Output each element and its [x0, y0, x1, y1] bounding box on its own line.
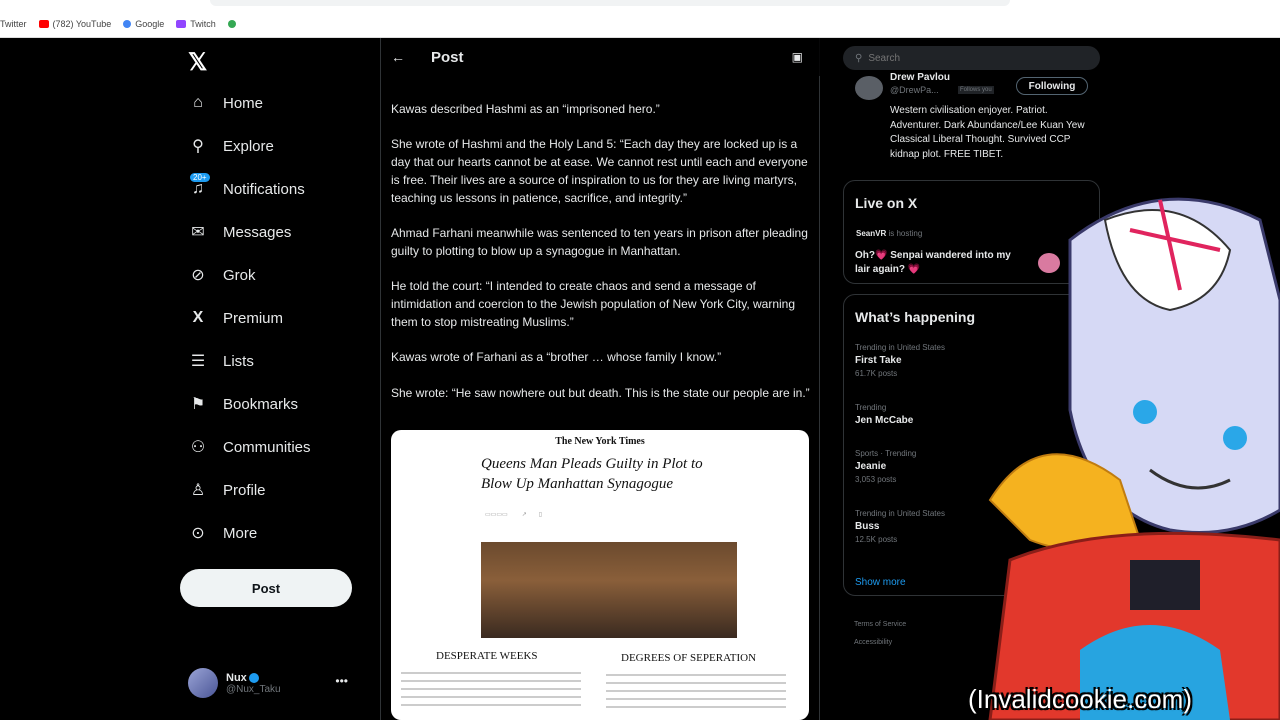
- sidebar-item-more[interactable]: ⊙ More: [188, 518, 257, 548]
- account-handle: @Nux_Taku: [226, 683, 281, 695]
- sidebar-item-grok[interactable]: ⊘ Grok: [188, 260, 255, 290]
- sidebar-item-lists[interactable]: ☰ Lists: [188, 346, 254, 376]
- post-paragraph: Kawas wrote of Farhani as a “brother … w…: [391, 350, 722, 364]
- article-headline: Queens Man Pleads Guilty in Plot to Blow…: [481, 456, 703, 492]
- terms-link[interactable]: Terms of Service: [854, 616, 906, 634]
- notification-badge: 20+: [190, 173, 210, 182]
- share-icons: ▭▭▭▭ ↗ ▯: [485, 510, 575, 518]
- right-sidebar: ⚲ Drew Pavlou @DrewPa... Follows you Fol…: [843, 38, 1100, 720]
- gift-icon: ▭▭▭▭: [485, 511, 508, 518]
- user-bio: Western civilisation enjoyer. Patriot. A…: [890, 105, 1085, 160]
- post-paragraph: Kawas described Hashmi as an “imprisoned…: [391, 102, 660, 116]
- sidebar-item-communities[interactable]: ⚇ Communities: [188, 432, 311, 462]
- account-name: Nux: [226, 672, 281, 684]
- share-icon: ↗: [521, 511, 527, 518]
- article-photo: [481, 542, 737, 638]
- more-circle-icon: ⊙: [191, 525, 205, 542]
- section-title: What’s happening: [855, 309, 976, 325]
- sidebar-item-premium[interactable]: X Premium: [188, 303, 283, 333]
- user-card: Drew Pavlou @DrewPa... Follows you Follo…: [843, 72, 1100, 166]
- following-button[interactable]: Following: [1016, 77, 1088, 95]
- user-name[interactable]: Drew Pavlou: [890, 72, 950, 83]
- search-input[interactable]: [868, 52, 1069, 64]
- bookmark-google[interactable]: Google: [123, 19, 164, 29]
- main-column: ← Post ▣ Kawas described Hashmi as an “i…: [380, 38, 821, 720]
- person-icon: ♙: [190, 482, 206, 499]
- live-stream-title[interactable]: Oh?💗 Senpai wandered into my lair again?…: [855, 249, 1015, 277]
- post-header: ← Post ▣: [381, 38, 821, 76]
- bookmark-icon: ▯: [538, 511, 543, 518]
- bookmark-twitch[interactable]: Twitch: [176, 19, 216, 29]
- trend-item[interactable]: Trending in United States Buss 12.5K pos…: [855, 509, 1085, 544]
- account-switcher[interactable]: Nux @Nux_Taku •••: [188, 666, 368, 700]
- url-bar[interactable]: [210, 0, 1010, 6]
- search-icon: ⚲: [192, 138, 204, 155]
- sidebar-item-profile[interactable]: ♙ Profile: [188, 475, 266, 505]
- x-premium-icon: X: [192, 309, 204, 326]
- article-image[interactable]: The New York Times Queens Man Pleads Gui…: [391, 430, 809, 720]
- trend-item[interactable]: Trending in United States First Take 61.…: [855, 343, 1085, 378]
- grok-icon: ⊘: [191, 267, 205, 284]
- bookmark-icon: ⚑: [190, 396, 206, 413]
- post-paragraph: She wrote: “He saw nowhere out but death…: [391, 386, 810, 400]
- nyt-masthead: The New York Times: [555, 436, 645, 447]
- article-text-lines: [401, 672, 581, 712]
- page-title: Post: [431, 48, 464, 66]
- user-handle: @DrewPa...: [890, 85, 939, 95]
- post-paragraph: She wrote of Hashmi and the Holy Land 5:…: [391, 137, 808, 205]
- avatar: [188, 668, 218, 698]
- article-subhead: DEGREES OF SEPERATION: [621, 652, 757, 664]
- bookmark-google-2[interactable]: [227, 20, 240, 28]
- google-icon: [227, 20, 236, 28]
- bookmarks-bar: Twitter (782) YouTube Google Twitch: [0, 16, 252, 32]
- trend-item[interactable]: Trending Jen McCabe: [855, 403, 1085, 426]
- article-subhead: DESPERATE WEEKS: [436, 650, 538, 662]
- sidebar-item-bookmarks[interactable]: ⚑ Bookmarks: [188, 389, 298, 419]
- accessibility-link[interactable]: Accessibility: [854, 634, 906, 652]
- search-box[interactable]: ⚲: [843, 46, 1100, 70]
- sidebar-item-explore[interactable]: ⚲ Explore: [188, 131, 274, 161]
- google-icon: [123, 20, 132, 28]
- follows-you-badge: Follows you: [958, 86, 994, 94]
- sidebar-item-notifications[interactable]: ♫ 20+ Notifications: [188, 173, 305, 204]
- more-options-icon[interactable]: •••: [335, 674, 348, 688]
- avatar[interactable]: [855, 76, 883, 100]
- list-icon: ☰: [190, 353, 206, 370]
- watermark: (Invalidcookie.com): [968, 684, 1192, 714]
- bookmark-youtube[interactable]: (782) YouTube: [38, 19, 111, 29]
- show-more-link[interactable]: Show more: [855, 577, 906, 588]
- twitch-icon: [176, 20, 187, 28]
- avatar: [1038, 253, 1060, 273]
- bell-icon: ♫ 20+: [188, 173, 210, 199]
- browser-bar: Twitter (782) YouTube Google Twitch: [0, 0, 1280, 38]
- whats-happening-card: What’s happening Trending in United Stat…: [843, 294, 1100, 596]
- post-paragraph: Ahmad Farhani meanwhile was sentenced to…: [391, 226, 808, 258]
- trend-item[interactable]: Sports · Trending Jeanie 3,053 posts: [855, 449, 1085, 484]
- communities-icon: ⚇: [190, 439, 206, 456]
- reader-mode-icon[interactable]: ▣: [792, 50, 803, 64]
- footer-links: Terms of Service Accessibility: [854, 616, 906, 652]
- back-arrow-icon[interactable]: ←: [391, 49, 421, 65]
- sidebar-item-messages[interactable]: ✉ Messages: [188, 217, 291, 247]
- x-logo-icon[interactable]: 𝕏: [188, 48, 207, 77]
- article-text-lines: [606, 674, 786, 714]
- search-icon: ⚲: [855, 52, 863, 64]
- sidebar-item-home[interactable]: ⌂ Home: [188, 88, 263, 118]
- home-icon: ⌂: [193, 94, 203, 111]
- left-sidebar: 𝕏 ⌂ Home ⚲ Explore ♫ 20+ Notifications ✉ Mess…: [180, 38, 380, 720]
- bookmark-twitter[interactable]: Twitter: [0, 19, 27, 29]
- x-app: 𝕏 ⌂ Home ⚲ Explore ♫ 20+ Notifications ✉ Mess…: [0, 38, 1280, 720]
- youtube-icon: [38, 20, 49, 28]
- section-title: Live on X: [855, 195, 918, 211]
- verified-badge-icon: [248, 672, 259, 683]
- envelope-icon: ✉: [191, 224, 205, 241]
- live-host: SeanVR is hosting: [856, 229, 923, 238]
- post-paragraph: He told the court: “I intended to create…: [391, 279, 796, 329]
- live-on-x-card: Live on X SeanVR is hosting Oh?💗 Senpai …: [843, 180, 1100, 284]
- post-button[interactable]: Post: [180, 569, 352, 607]
